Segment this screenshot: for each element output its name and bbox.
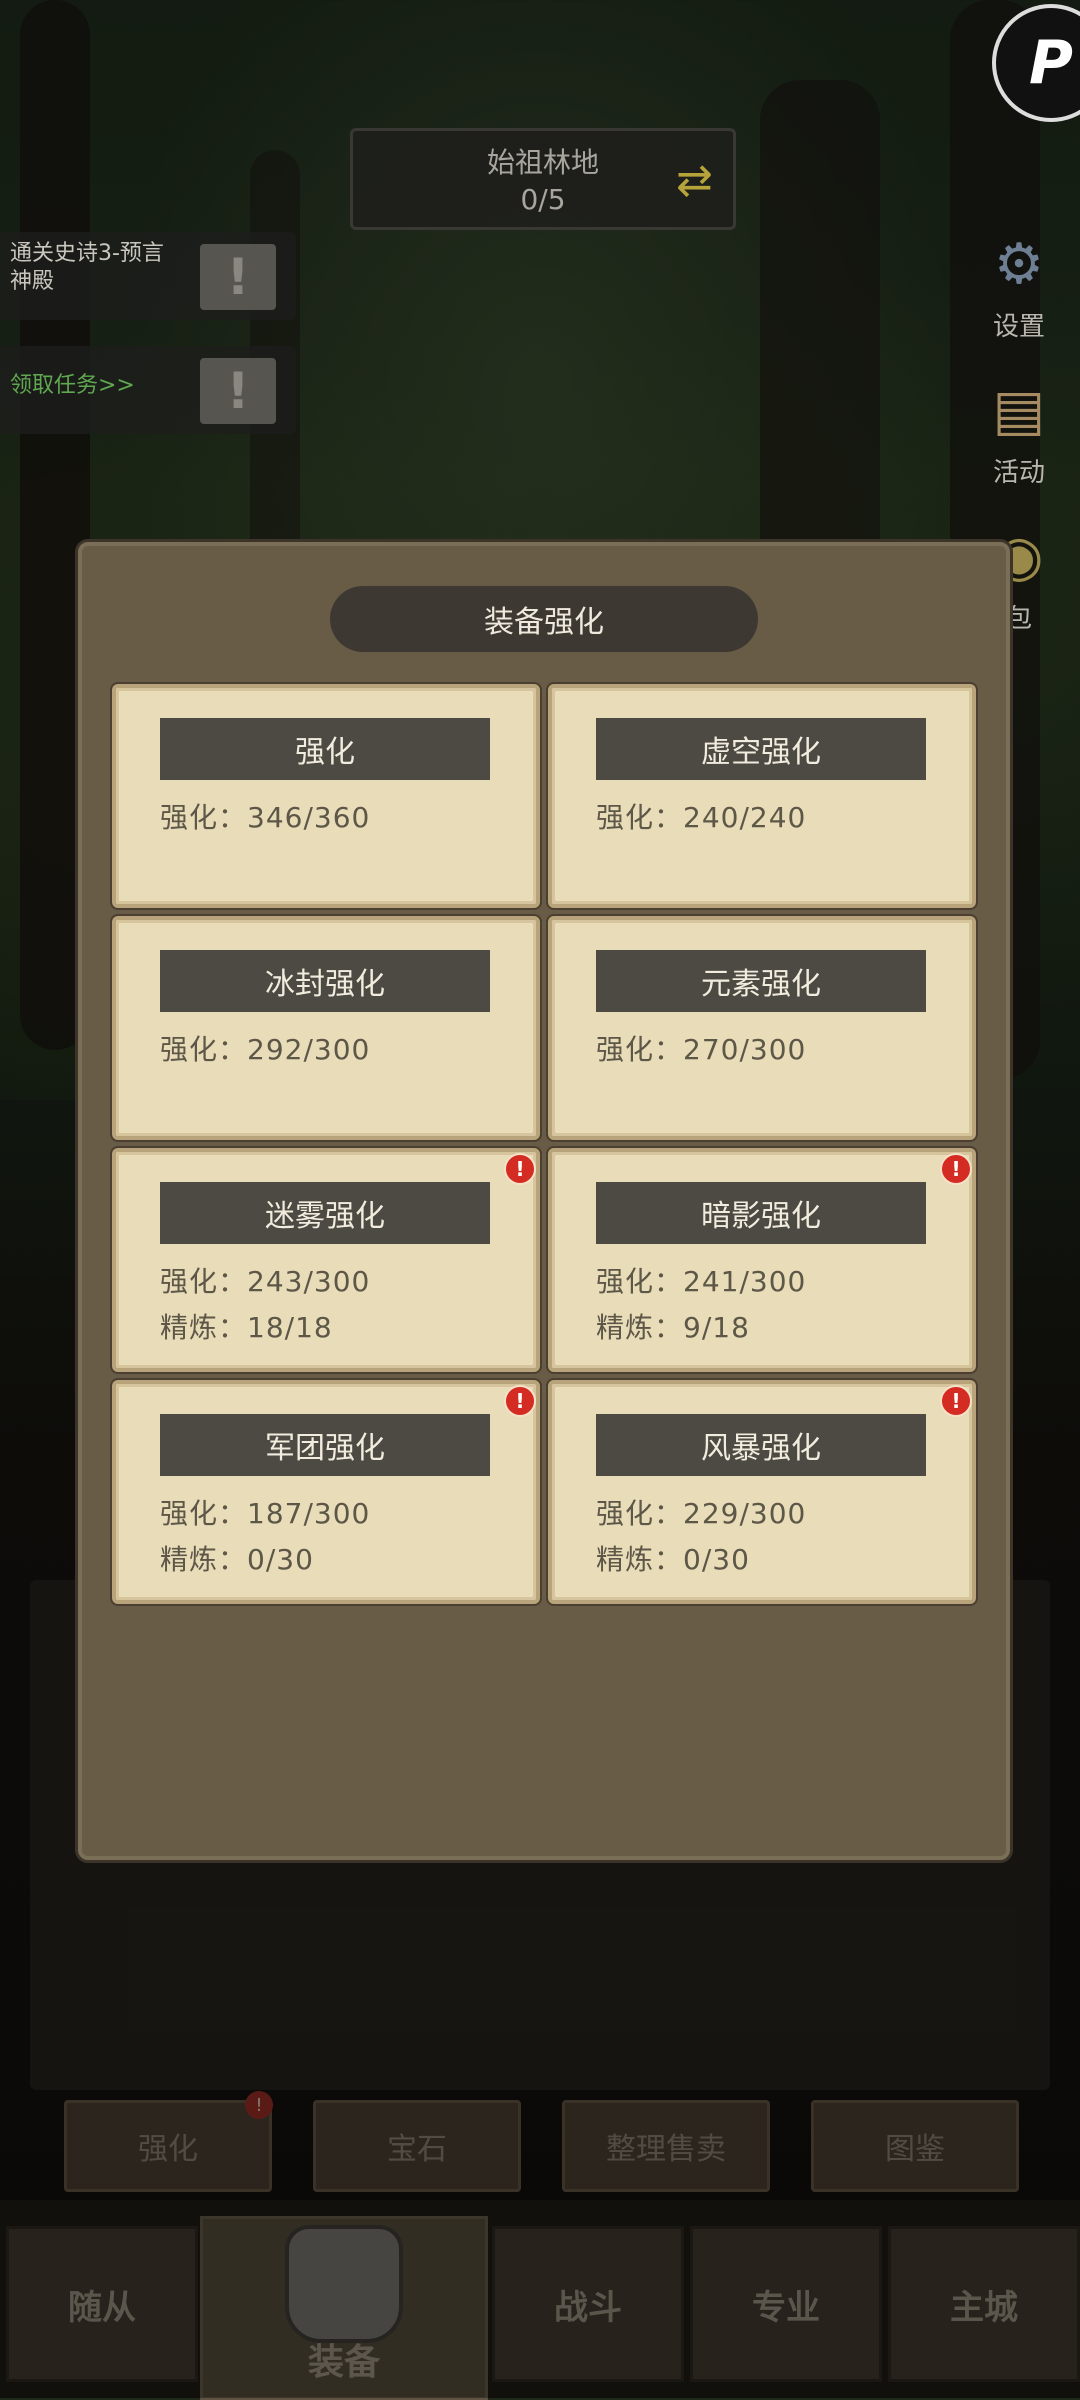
enhance-card-mist[interactable]: 迷雾强化 强化：243/300 精炼：18/18 !	[112, 1148, 540, 1372]
gear-icon: ⚙	[993, 231, 1045, 297]
events-button[interactable]: ▤ 活动	[974, 368, 1064, 489]
card-title: 军团强化	[160, 1414, 490, 1476]
card-title: 风暴强化	[596, 1414, 926, 1476]
enhance-card-shadow[interactable]: 暗影强化 强化：241/300 精炼：9/18 !	[548, 1148, 976, 1372]
quest-text: 通关史诗3-预言神殿	[10, 241, 164, 294]
modal-title: 装备强化	[330, 586, 758, 652]
card-title: 暗影强化	[596, 1182, 926, 1244]
settings-button[interactable]: ⚙ 设置	[974, 222, 1064, 343]
card-refine-progress: 精炼：0/30	[596, 1543, 750, 1576]
card-refine-progress: 精炼：0/30	[160, 1543, 314, 1576]
enhance-card-basic[interactable]: 强化 强化：346/360	[112, 684, 540, 908]
quest-tracker-item[interactable]: 领取任务>> !	[0, 346, 296, 434]
card-enhance-progress: 强化：229/300	[596, 1497, 807, 1530]
card-enhance-progress: 强化：240/240	[596, 801, 807, 834]
alert-badge-icon: !	[504, 1153, 536, 1185]
card-enhance-progress: 强化：292/300	[160, 1033, 371, 1066]
settings-label: 设置	[992, 312, 1045, 342]
enhance-card-legion[interactable]: 军团强化 强化：187/300 精炼：0/30 !	[112, 1380, 540, 1604]
card-enhance-progress: 强化：346/360	[160, 801, 371, 834]
card-title: 强化	[160, 718, 490, 780]
exclamation-icon: !	[200, 244, 276, 310]
card-title: 元素强化	[596, 950, 926, 1012]
card-title: 冰封强化	[160, 950, 490, 1012]
swap-arrows-icon[interactable]: ⇄	[676, 155, 713, 206]
quest-text: 领取任务>>	[10, 373, 135, 398]
equipment-enhance-modal: 装备强化 强化 强化：346/360 虚空强化 强化：240/240 冰封强化 …	[78, 542, 1010, 1860]
quest-tracker-item[interactable]: 通关史诗3-预言神殿 !	[0, 232, 296, 320]
card-refine-progress: 精炼：9/18	[596, 1311, 750, 1344]
card-enhance-progress: 强化：243/300	[160, 1265, 371, 1298]
card-title: 虚空强化	[596, 718, 926, 780]
card-enhance-progress: 强化：270/300	[596, 1033, 807, 1066]
scroll-icon: ▤	[992, 377, 1046, 443]
location-panel[interactable]: 始祖林地 0/5 ⇄	[350, 128, 736, 230]
exclamation-icon: !	[200, 358, 276, 424]
enhance-card-element[interactable]: 元素强化 强化：270/300	[548, 916, 976, 1140]
alert-badge-icon: !	[940, 1153, 972, 1185]
card-refine-progress: 精炼：18/18	[160, 1311, 333, 1344]
card-enhance-progress: 强化：187/300	[160, 1497, 371, 1530]
enhance-card-frozen[interactable]: 冰封强化 强化：292/300	[112, 916, 540, 1140]
alert-badge-icon: !	[940, 1385, 972, 1417]
card-enhance-progress: 强化：241/300	[596, 1265, 807, 1298]
card-title: 迷雾强化	[160, 1182, 490, 1244]
enhance-card-void[interactable]: 虚空强化 强化：240/240	[548, 684, 976, 908]
enhance-card-storm[interactable]: 风暴强化 强化：229/300 精炼：0/30 !	[548, 1380, 976, 1604]
events-label: 活动	[992, 458, 1045, 488]
alert-badge-icon: !	[504, 1385, 536, 1417]
